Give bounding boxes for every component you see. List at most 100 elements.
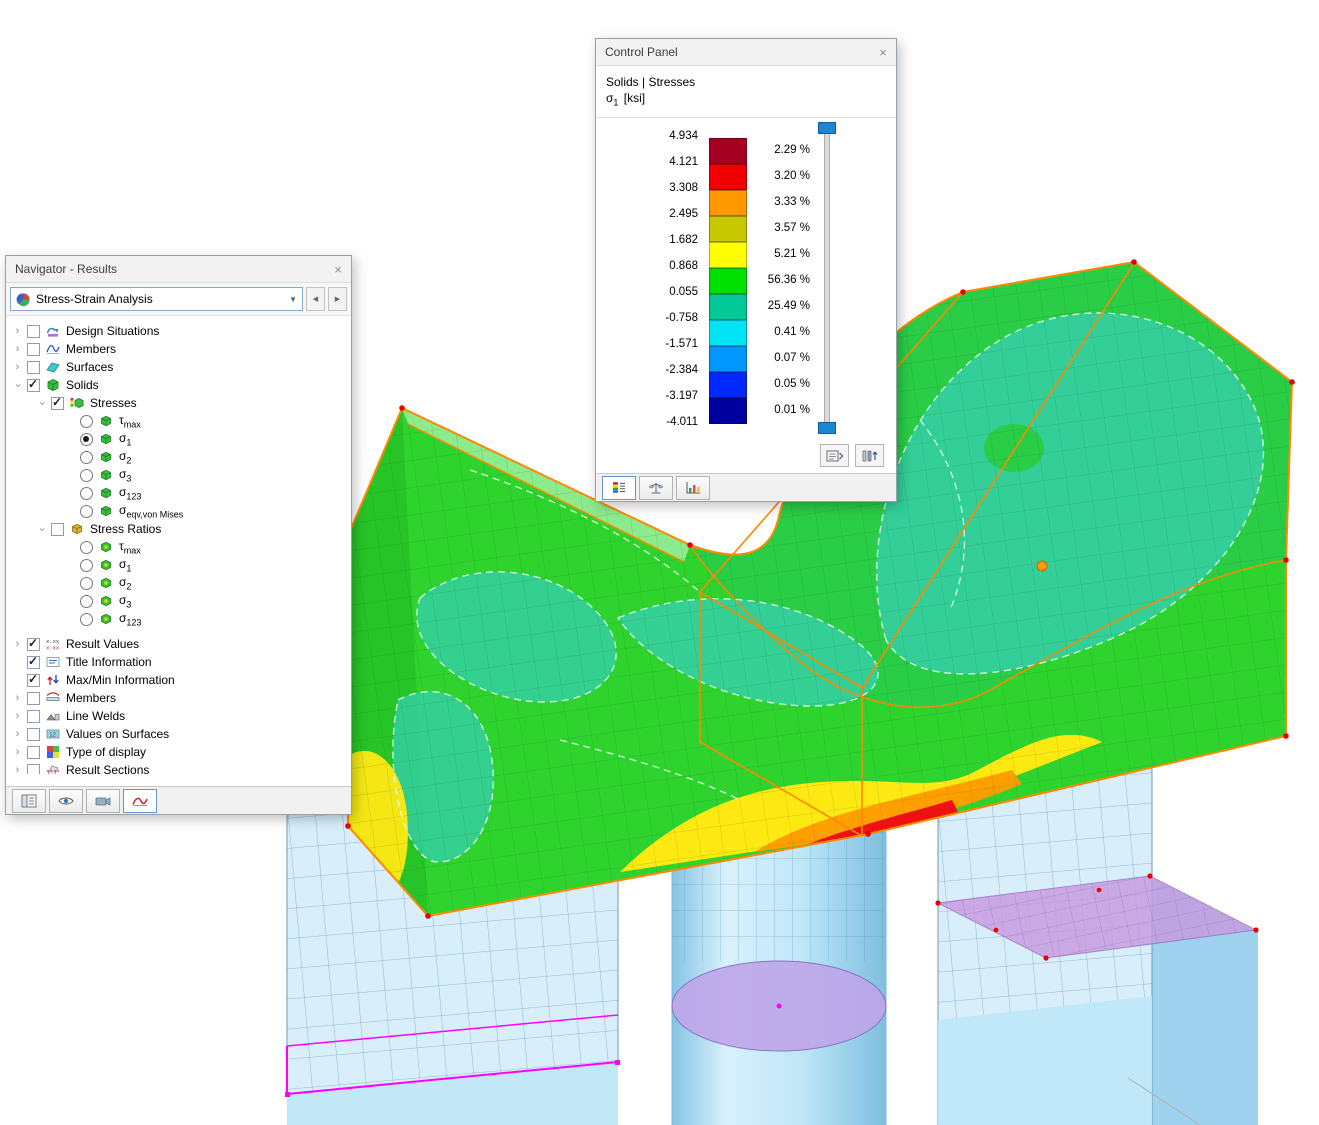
radio-button[interactable]: [80, 594, 93, 608]
legend-color-box[interactable]: [709, 294, 747, 321]
expand-icon[interactable]: ›: [11, 692, 24, 704]
tree-item-label: σ3: [119, 592, 132, 610]
tree-item-stresses[interactable]: › Stresses: [6, 394, 351, 412]
checkbox[interactable]: [27, 360, 40, 374]
radio-button[interactable]: [80, 432, 93, 446]
panel-options-button[interactable]: [820, 444, 849, 467]
expand-icon[interactable]: ›: [11, 728, 24, 740]
tree-item-sigma-3[interactable]: σ3: [6, 466, 351, 484]
expand-icon[interactable]: ›: [11, 764, 24, 774]
close-icon[interactable]: ×: [325, 256, 351, 282]
legend-slider-min-handle[interactable]: [818, 422, 836, 435]
scale-options-button[interactable]: [855, 444, 884, 467]
checkbox[interactable]: [27, 636, 40, 651]
legend-color-box[interactable]: [709, 398, 747, 425]
navigator-data-tab[interactable]: [12, 788, 46, 813]
legend-color-box[interactable]: [709, 320, 747, 347]
expand-icon[interactable]: ›: [11, 710, 24, 722]
checkbox[interactable]: [27, 377, 40, 392]
collapse-icon[interactable]: ›: [12, 379, 24, 392]
legend-color-box[interactable]: [709, 164, 747, 191]
checkbox[interactable]: [27, 654, 40, 669]
expand-icon[interactable]: ›: [11, 325, 24, 337]
tree-item-stress-ratios[interactable]: › Stress Ratios: [6, 520, 351, 538]
radio-button[interactable]: [80, 612, 93, 626]
legend-color-box[interactable]: [709, 138, 747, 165]
radio-button[interactable]: [80, 558, 93, 572]
legend-percentage: 3.33 %: [774, 196, 810, 209]
navigator-titlebar[interactable]: Navigator - Results ×: [6, 256, 351, 283]
tree-item-result-values[interactable]: › x.xxx.xx Result Values: [6, 635, 351, 653]
tree-item-title-information[interactable]: Title Information: [6, 653, 351, 671]
tree-item-members[interactable]: › Members: [6, 689, 351, 707]
control-panel-titlebar[interactable]: Control Panel ×: [596, 39, 896, 66]
checkbox[interactable]: [27, 763, 40, 774]
tree-item-sigma-3[interactable]: σ3: [6, 592, 351, 610]
expand-icon[interactable]: ›: [11, 361, 24, 373]
tree-item-max-min-information[interactable]: Max/Min Information: [6, 671, 351, 689]
tree-item-sigma-1[interactable]: σ1: [6, 556, 351, 574]
stress-value-icon: [98, 504, 114, 518]
tree-item-sigma-2[interactable]: σ2: [6, 574, 351, 592]
tree-item-line-welds[interactable]: › Line Welds: [6, 707, 351, 725]
radio-button[interactable]: [80, 450, 93, 464]
tree-item-type-of-display[interactable]: › Type of display: [6, 743, 351, 761]
analysis-dropdown[interactable]: Stress-Strain Analysis ▼: [10, 287, 303, 311]
tree-item-sigma-1[interactable]: σ1: [6, 430, 351, 448]
legend-color-box[interactable]: [709, 372, 747, 399]
expand-icon[interactable]: ›: [11, 638, 24, 650]
navigator-results-tab[interactable]: [123, 788, 157, 813]
control-panel-smooth-ranges-tab[interactable]: [639, 475, 673, 500]
node-handle[interactable]: [615, 1060, 620, 1065]
tree-item-values-on-surfaces[interactable]: › 12 Values on Surfaces: [6, 725, 351, 743]
checkbox[interactable]: [27, 727, 40, 741]
tree-item-result-sections[interactable]: › Result Sections: [6, 761, 351, 774]
legend-range-slider-track[interactable]: [824, 126, 830, 433]
legend-color-box[interactable]: [709, 216, 747, 243]
tree-item-solids[interactable]: › Solids: [6, 376, 351, 394]
close-icon[interactable]: ×: [870, 39, 896, 65]
stresses-icon: [69, 396, 85, 410]
center-node[interactable]: [776, 1003, 782, 1009]
checkbox[interactable]: [51, 395, 64, 410]
checkbox[interactable]: [27, 745, 40, 759]
checkbox[interactable]: [27, 324, 40, 338]
radio-button[interactable]: [80, 486, 93, 500]
tree-item-sigma-123[interactable]: σ123: [6, 484, 351, 502]
checkbox[interactable]: [27, 691, 40, 705]
tree-item-surfaces[interactable]: › Surfaces: [6, 358, 351, 376]
collapse-icon[interactable]: ›: [36, 523, 48, 536]
legend-color-box[interactable]: [709, 242, 747, 269]
previous-result-button[interactable]: ◀: [306, 287, 325, 311]
legend-color-box[interactable]: [709, 190, 747, 217]
legend-color-box[interactable]: [709, 346, 747, 373]
checkbox[interactable]: [27, 709, 40, 723]
tree-item-sigma-eqv-von-mises[interactable]: σeqv,von Mises: [6, 502, 351, 520]
tree-item-sigma-123[interactable]: σ123: [6, 610, 351, 628]
checkbox[interactable]: [27, 672, 40, 687]
radio-button[interactable]: [80, 576, 93, 590]
radio-button[interactable]: [80, 504, 93, 518]
tree-item-tau-max[interactable]: τmax: [6, 538, 351, 556]
svg-text:12: 12: [49, 733, 56, 739]
radio-button[interactable]: [80, 468, 93, 482]
tree-item-members[interactable]: › Members: [6, 340, 351, 358]
next-result-button[interactable]: ▶: [328, 287, 347, 311]
control-panel-result-diagram-tab[interactable]: [676, 475, 710, 500]
radio-button[interactable]: [80, 414, 93, 428]
expand-icon[interactable]: ›: [11, 746, 24, 758]
node-handle[interactable]: [285, 1092, 290, 1097]
collapse-icon[interactable]: ›: [36, 397, 48, 410]
control-panel-color-scale-tab[interactable]: [602, 475, 636, 500]
navigator-views-tab[interactable]: [86, 788, 120, 813]
legend-color-box[interactable]: [709, 268, 747, 295]
navigator-display-tab[interactable]: [49, 788, 83, 813]
legend-slider-max-handle[interactable]: [818, 122, 836, 135]
checkbox[interactable]: [27, 342, 40, 356]
tree-item-tau-max[interactable]: τmax: [6, 412, 351, 430]
radio-button[interactable]: [80, 540, 93, 554]
tree-item-design-situations[interactable]: › Design Situations: [6, 322, 351, 340]
expand-icon[interactable]: ›: [11, 343, 24, 355]
checkbox[interactable]: [51, 522, 64, 536]
tree-item-sigma-2[interactable]: σ2: [6, 448, 351, 466]
